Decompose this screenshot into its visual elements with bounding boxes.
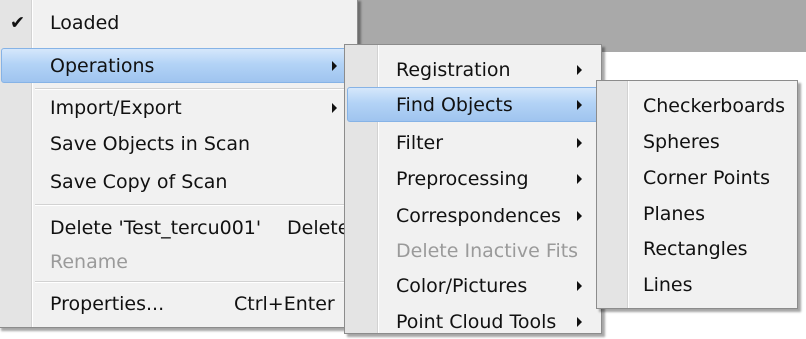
submenu-arrow-icon	[577, 99, 582, 110]
menu-item-find-objects[interactable]: Find Objects	[347, 87, 599, 122]
context-menu: ✔ Loaded Operations Import/Export Save O…	[0, 0, 358, 328]
menu-item-lines[interactable]: Lines	[599, 267, 795, 302]
menu-item-rectangles[interactable]: Rectangles	[599, 231, 795, 266]
menu-item-shortcut: Delete	[287, 216, 350, 239]
menu-item-properties[interactable]: Properties... Ctrl+Enter	[1, 286, 355, 321]
menu-item-label: Corner Points	[643, 166, 771, 189]
menu-item-delete-inactive-fits[interactable]: Delete Inactive Fits	[347, 233, 599, 268]
menu-item-label: Correspondences	[396, 204, 561, 227]
menu-item-color-pictures[interactable]: Color/Pictures	[347, 268, 599, 303]
menu-item-label: Save Objects in Scan	[50, 132, 251, 155]
menu-item-import-export[interactable]: Import/Export	[1, 90, 355, 125]
checkmark-icon: ✔	[10, 12, 26, 33]
menu-item-save-objects[interactable]: Save Objects in Scan	[1, 126, 355, 161]
menu-item-shortcut: Ctrl+Enter	[234, 292, 335, 315]
submenu-arrow-icon	[332, 102, 337, 113]
submenu-arrow-icon	[577, 316, 582, 327]
menu-item-label: Find Objects	[396, 93, 513, 116]
menu-item-label: Color/Pictures	[396, 274, 528, 297]
menu-item-label: Delete 'Test_tercu001'	[50, 216, 262, 239]
submenu-arrow-icon	[577, 210, 582, 221]
menu-item-label: Operations	[50, 54, 155, 77]
menu-item-label: Rectangles	[643, 237, 748, 260]
submenu-arrow-icon	[577, 137, 582, 148]
submenu-arrow-icon	[577, 173, 582, 184]
menu-item-planes[interactable]: Planes	[599, 196, 795, 231]
menu-item-operations[interactable]: Operations	[1, 48, 355, 83]
menu-item-label: Spheres	[643, 130, 720, 153]
menu-item-label: Delete Inactive Fits	[396, 239, 579, 262]
menu-item-label: Loaded	[50, 11, 120, 34]
menu-item-label: Checkerboards	[643, 94, 786, 117]
find-objects-submenu: Checkerboards Spheres Corner Points Plan…	[596, 80, 798, 309]
submenu-arrow-icon	[577, 280, 582, 291]
menu-item-preprocessing[interactable]: Preprocessing	[347, 161, 599, 196]
menu-item-checkerboards[interactable]: Checkerboards	[599, 88, 795, 123]
menu-item-loaded[interactable]: ✔ Loaded	[1, 5, 355, 40]
menu-item-point-cloud-tools[interactable]: Point Cloud Tools	[347, 304, 599, 339]
menu-item-delete[interactable]: Delete 'Test_tercu001' Delete	[1, 210, 355, 245]
menu-item-registration[interactable]: Registration	[347, 52, 599, 87]
menu-item-label: Planes	[643, 202, 706, 225]
menu-item-label: Filter	[396, 131, 444, 154]
menu-item-save-copy[interactable]: Save Copy of Scan	[1, 164, 355, 199]
menu-item-label: Rename	[50, 250, 128, 273]
submenu-arrow-icon	[577, 64, 582, 75]
menu-item-label: Properties...	[50, 292, 165, 315]
menu-item-rename[interactable]: Rename	[1, 244, 355, 279]
operations-submenu: Registration Find Objects Filter Preproc…	[344, 44, 602, 334]
menu-item-label: Lines	[643, 273, 693, 296]
menu-item-label: Preprocessing	[396, 167, 529, 190]
menu-item-label: Point Cloud Tools	[396, 310, 557, 333]
menu-item-filter[interactable]: Filter	[347, 125, 599, 160]
menu-item-spheres[interactable]: Spheres	[599, 124, 795, 159]
menu-item-correspondences[interactable]: Correspondences	[347, 198, 599, 233]
menu-item-label: Save Copy of Scan	[50, 170, 228, 193]
menu-item-label: Registration	[396, 58, 511, 81]
menu-item-label: Import/Export	[50, 96, 182, 119]
submenu-arrow-icon	[332, 60, 337, 71]
menu-item-corner-points[interactable]: Corner Points	[599, 160, 795, 195]
